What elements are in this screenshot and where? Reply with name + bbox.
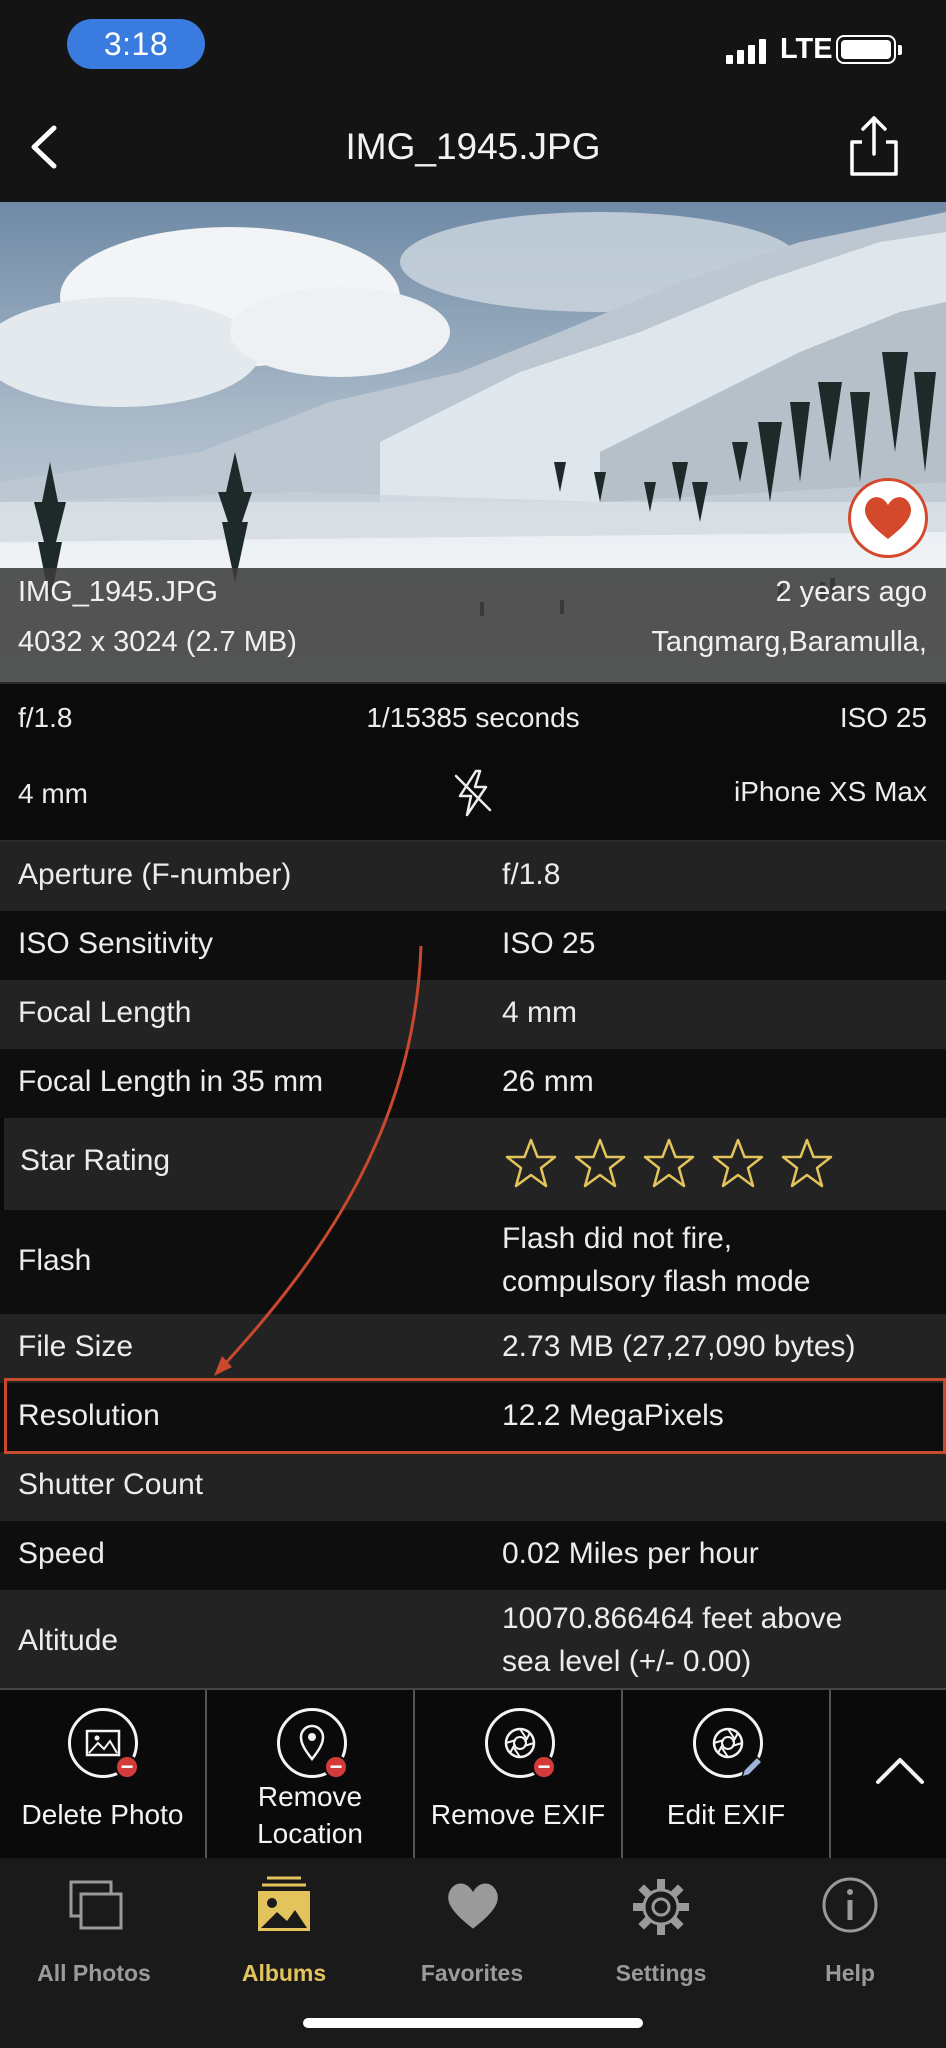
- info-icon: [822, 1877, 878, 1933]
- tab-settings[interactable]: Settings: [576, 1876, 746, 1986]
- action-label: Edit EXIF: [666, 1799, 786, 1830]
- detail-row-iso: ISO Sensitivity ISO 25: [0, 911, 946, 980]
- star-2-icon[interactable]: [573, 1137, 627, 1191]
- detail-label: File Size: [18, 1330, 134, 1363]
- detail-label: ISO Sensitivity: [18, 927, 214, 960]
- detail-label: Focal Length: [18, 996, 192, 1029]
- detail-value: 4 mm: [502, 996, 577, 1029]
- tab-label: Settings: [615, 1960, 707, 1986]
- photo-delete-icon: −: [68, 1708, 139, 1779]
- detail-label: Flash: [18, 1244, 92, 1277]
- location-remove-icon: −: [277, 1708, 348, 1779]
- heart-icon: [864, 497, 912, 539]
- tab-favorites[interactable]: Favorites: [387, 1876, 557, 1986]
- star-3-icon[interactable]: [642, 1137, 696, 1191]
- detail-row-aperture: Aperture (F-number) f/1.8: [0, 842, 946, 911]
- detail-value: 0.02 Miles per hour: [502, 1537, 759, 1570]
- share-icon[interactable]: [846, 114, 902, 178]
- photo-filename: IMG_1945.JPG: [18, 576, 218, 608]
- detail-label: Focal Length in 35 mm: [18, 1065, 324, 1098]
- star-1-icon[interactable]: [504, 1137, 558, 1191]
- summary-focal: 4 mm: [18, 778, 88, 809]
- delete-photo-button[interactable]: − Delete Photo: [0, 1690, 207, 1860]
- summary-iso: ISO 25: [839, 702, 927, 733]
- remove-location-button[interactable]: − Remove Location: [207, 1690, 415, 1860]
- detail-label: Aperture (F-number): [18, 858, 292, 891]
- aperture-remove-icon: −: [485, 1708, 556, 1779]
- tab-help[interactable]: Help: [765, 1876, 935, 1986]
- detail-value-line2: sea level (+/- 0.00): [502, 1645, 752, 1678]
- photo-location: Tangmarg,Baramulla,: [651, 626, 927, 658]
- heart-icon: [448, 1883, 498, 1929]
- action-label: Remove: [257, 1781, 363, 1812]
- tab-label: Favorites: [420, 1960, 524, 1986]
- photo-dimensions: 4032 x 3024 (2.7 MB): [18, 626, 297, 658]
- detail-row-shutter-count: Shutter Count: [0, 1452, 946, 1521]
- summary-shutter: 1/15385 seconds: [366, 702, 580, 733]
- photo-info-strip: IMG_1945.JPG 2 years ago 4032 x 3024 (2.…: [0, 568, 946, 682]
- detail-row-speed: Speed 0.02 Miles per hour: [0, 1521, 946, 1590]
- tab-label: All Photos: [37, 1960, 151, 1986]
- detail-label: Speed: [18, 1537, 105, 1570]
- action-bar: − Delete Photo − Remove Location − Remov…: [0, 1688, 946, 1860]
- detail-row-focal-length: Focal Length 4 mm: [0, 980, 946, 1049]
- detail-row-altitude: Altitude 10070.866464 feet above sea lev…: [0, 1590, 946, 1688]
- tab-all-photos[interactable]: All Photos: [9, 1876, 179, 1986]
- edit-exif-button[interactable]: Edit EXIF: [623, 1690, 831, 1860]
- gear-icon: [633, 1879, 689, 1935]
- exif-summary: f/1.8 1/15385 seconds ISO 25 4 mm iPhone…: [0, 682, 946, 842]
- chevron-up-icon: [876, 1758, 924, 1784]
- tab-label: Albums: [241, 1960, 327, 1986]
- nav-bar: IMG_1945.JPG: [0, 90, 946, 202]
- action-label: Delete Photo: [21, 1799, 184, 1830]
- home-indicator: [303, 2018, 643, 2028]
- status-bar: 3:18 LTE: [0, 0, 946, 90]
- page-title: IMG_1945.JPG: [345, 126, 601, 167]
- detail-label: Shutter Count: [18, 1468, 204, 1501]
- detail-value: 2.73 MB (27,27,090 bytes): [502, 1330, 856, 1363]
- tab-label: Help: [825, 1960, 875, 1986]
- status-time: 3:18: [67, 19, 205, 69]
- detail-row-focal-35mm: Focal Length in 35 mm 26 mm: [0, 1049, 946, 1118]
- battery-icon: [836, 35, 902, 64]
- detail-row-file-size: File Size 2.73 MB (27,27,090 bytes): [0, 1314, 946, 1383]
- pencil-icon: [740, 1755, 764, 1779]
- detail-row-flash: Flash Flash did not fire, compulsory fla…: [0, 1210, 946, 1314]
- detail-value-line2: compulsory flash mode: [502, 1265, 811, 1298]
- remove-exif-button[interactable]: − Remove EXIF: [415, 1690, 623, 1860]
- star-5-icon[interactable]: [780, 1137, 834, 1191]
- aperture-edit-icon: [693, 1708, 764, 1779]
- detail-value: f/1.8: [502, 858, 561, 891]
- flash-off-icon: [454, 769, 492, 817]
- photos-stack-icon: [69, 1880, 123, 1930]
- star-4-icon[interactable]: [711, 1137, 765, 1191]
- network-label: LTE: [780, 33, 833, 65]
- detail-value: Flash did not fire,: [502, 1222, 733, 1255]
- star-rating-control[interactable]: [4, 1118, 946, 1210]
- resolution-highlight-box: [4, 1378, 946, 1454]
- signal-icon: [726, 38, 766, 64]
- favorite-button[interactable]: [848, 478, 928, 558]
- detail-value: ISO 25: [502, 927, 596, 960]
- tab-albums[interactable]: Albums: [199, 1876, 369, 1986]
- album-icon: [258, 1876, 310, 1931]
- detail-value: 26 mm: [502, 1065, 594, 1098]
- detail-label: Altitude: [18, 1624, 119, 1657]
- detail-row-star-rating: Star Rating: [0, 1118, 946, 1210]
- action-label-line2: Location: [257, 1818, 363, 1849]
- detail-value: 10070.866464 feet above: [502, 1602, 843, 1635]
- summary-device: iPhone XS Max: [734, 776, 927, 807]
- photo-age: 2 years ago: [775, 576, 927, 608]
- action-label: Remove EXIF: [430, 1799, 606, 1830]
